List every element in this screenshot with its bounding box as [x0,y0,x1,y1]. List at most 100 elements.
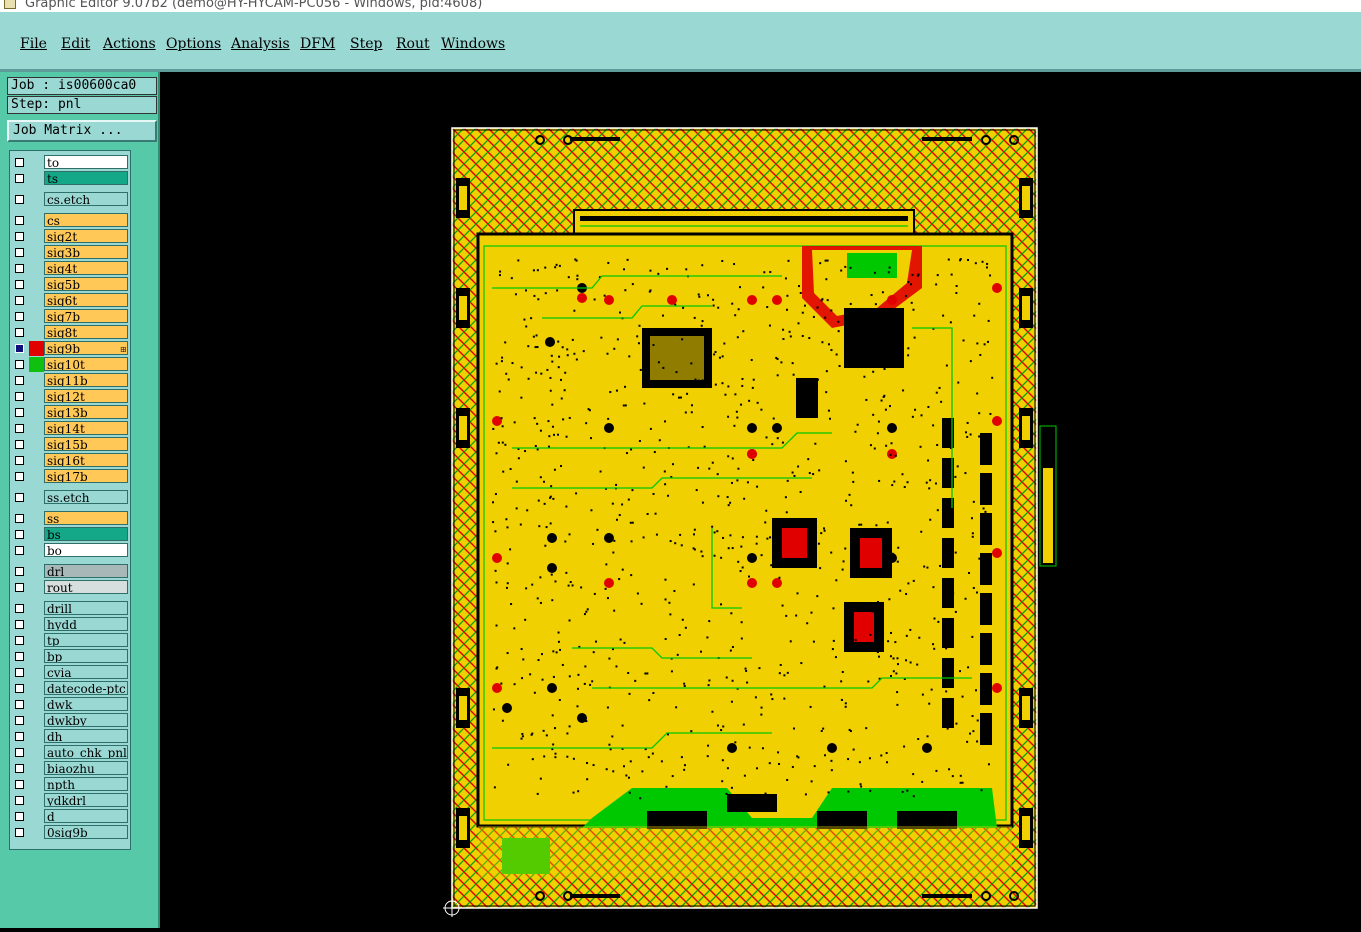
layer-row-sig13b[interactable]: sig13b [10,405,130,420]
layer-row-dh[interactable]: dh [10,729,130,744]
layer-name[interactable]: bs [44,527,128,541]
layer-name[interactable]: hydd [44,617,128,631]
layer-checkbox[interactable] [15,440,24,449]
layer-row-hydd[interactable]: hydd [10,617,130,632]
layer-name[interactable]: sig15b [44,437,128,451]
layer-checkbox[interactable] [15,472,24,481]
layer-name[interactable]: auto_chk_pnl [44,745,128,759]
layer-row-ts[interactable]: ts [10,171,130,186]
layer-row-bp[interactable]: bp [10,649,130,664]
layer-checkbox[interactable] [15,652,24,661]
layer-checkbox[interactable] [15,716,24,725]
layer-row-sig9b[interactable]: sig9b ⊞ [10,341,130,356]
layer-row-sig11b[interactable]: sig11b [10,373,130,388]
layer-row-sig16t[interactable]: sig16t [10,453,130,468]
layer-row-drill[interactable]: drill [10,601,130,616]
layer-checkbox[interactable] [15,530,24,539]
layer-name[interactable]: d [44,809,128,823]
layer-row-to[interactable]: to [10,155,130,170]
layer-name[interactable]: sig12t [44,389,128,403]
layer-checkbox[interactable] [15,296,24,305]
layer-checkbox[interactable] [15,280,24,289]
layer-checkbox[interactable] [15,392,24,401]
layer-checkbox[interactable] [15,828,24,837]
layer-checkbox[interactable] [15,264,24,273]
layer-checkbox[interactable] [15,216,24,225]
layer-name[interactable]: sig5b [44,277,128,291]
layer-row-auto_chk_pnl[interactable]: auto_chk_pnl [10,745,130,760]
layer-name[interactable]: to [44,155,128,169]
menu-options[interactable]: Options [166,36,221,52]
layer-row-sig17b[interactable]: sig17b [10,469,130,484]
layer-name[interactable]: sig9b [44,341,128,355]
layer-row-sig10t[interactable]: sig10t [10,357,130,372]
layer-name[interactable]: ydkdrl [44,793,128,807]
layer-row-sig6t[interactable]: sig6t [10,293,130,308]
layer-checkbox[interactable] [15,684,24,693]
layer-checkbox[interactable] [15,732,24,741]
job-matrix-button[interactable]: Job Matrix ... [7,120,157,142]
layer-row-sig2t[interactable]: sig2t [10,229,130,244]
layer-name[interactable]: sig7b [44,309,128,323]
layer-row-dwk[interactable]: dwk [10,697,130,712]
layer-row-d[interactable]: d [10,809,130,824]
layer-checkbox[interactable] [15,780,24,789]
layer-row-sig3b[interactable]: sig3b [10,245,130,260]
layer-checkbox[interactable] [15,232,24,241]
layer-row-sig8t[interactable]: sig8t [10,325,130,340]
layer-name[interactable]: tp [44,633,128,647]
menu-step[interactable]: Step [350,36,382,52]
layer-checkbox[interactable] [15,360,24,369]
layer-row-0sig9b[interactable]: 0sig9b [10,825,130,840]
layer-checkbox[interactable] [15,764,24,773]
layer-name[interactable]: 0sig9b [44,825,128,839]
layer-name[interactable]: sig8t [44,325,128,339]
layer-row-sig14t[interactable]: sig14t [10,421,130,436]
layer-row-ss[interactable]: ss [10,511,130,526]
layer-name[interactable]: biaozhu [44,761,128,775]
layer-name[interactable]: bp [44,649,128,663]
layer-row-biaozhu[interactable]: biaozhu [10,761,130,776]
layer-row-drl[interactable]: drl [10,564,130,579]
menu-windows[interactable]: Windows [441,36,505,52]
layer-checkbox[interactable] [15,408,24,417]
layer-checkbox[interactable] [15,620,24,629]
menu-file[interactable]: File [20,36,47,52]
layer-checkbox[interactable] [15,328,24,337]
layer-name[interactable]: drill [44,601,128,615]
layer-row-cs[interactable]: cs [10,213,130,228]
layer-row-sig7b[interactable]: sig7b [10,309,130,324]
layer-checkbox[interactable] [15,376,24,385]
layer-name[interactable]: sig10t [44,357,128,371]
layer-name[interactable]: sig2t [44,229,128,243]
layer-checkbox[interactable] [15,748,24,757]
layer-checkbox[interactable] [15,424,24,433]
layer-row-sig15b[interactable]: sig15b [10,437,130,452]
layer-name[interactable]: cs [44,213,128,227]
layer-name[interactable]: ts [44,171,128,185]
layer-checkbox[interactable] [15,195,24,204]
graphic-canvas[interactable] [160,72,1361,928]
menu-edit[interactable]: Edit [61,36,90,52]
layer-checkbox[interactable] [15,158,24,167]
layer-name[interactable]: sig13b [44,405,128,419]
layer-row-datecode-ptc[interactable]: datecode-ptc [10,681,130,696]
layer-checkbox[interactable] [15,248,24,257]
layer-checkbox[interactable] [15,546,24,555]
layer-name[interactable]: sig11b [44,373,128,387]
layer-checkbox[interactable] [15,456,24,465]
layer-name[interactable]: sig17b [44,469,128,483]
layer-checkbox[interactable] [15,344,24,353]
layer-row-ss.etch[interactable]: ss.etch [10,490,130,505]
layer-name[interactable]: rout [44,580,128,594]
layer-name[interactable]: drl [44,564,128,578]
layer-checkbox[interactable] [15,668,24,677]
layer-checkbox[interactable] [15,700,24,709]
layer-name[interactable]: datecode-ptc [44,681,128,695]
layer-name[interactable]: bo [44,543,128,557]
layer-checkbox[interactable] [15,567,24,576]
layer-checkbox[interactable] [15,604,24,613]
layer-name[interactable]: cvia [44,665,128,679]
layer-name[interactable]: dh [44,729,128,743]
layer-row-cvia[interactable]: cvia [10,665,130,680]
